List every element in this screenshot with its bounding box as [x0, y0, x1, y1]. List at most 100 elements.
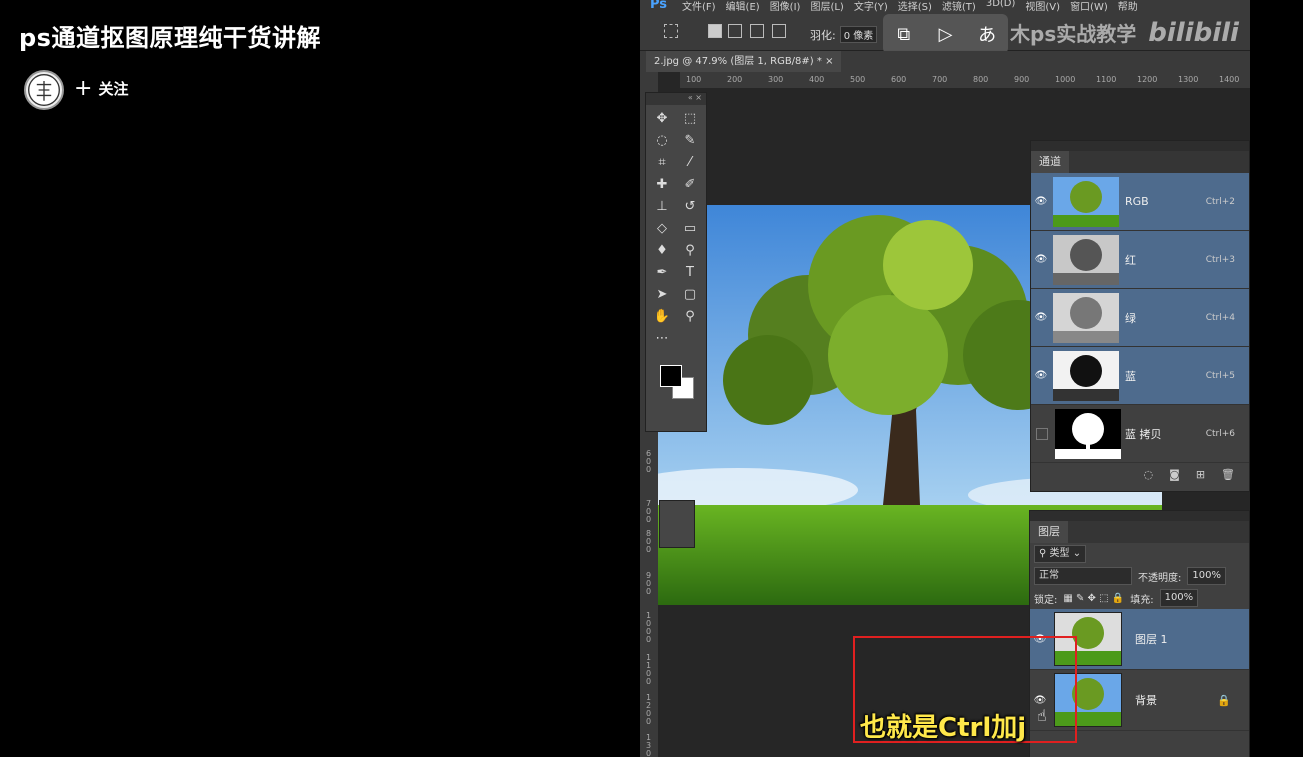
quick-select-icon[interactable]: ✎: [676, 131, 704, 149]
collapse-icon[interactable]: « ×: [646, 93, 706, 105]
channel-row[interactable]: 👁 RGB Ctrl+2: [1031, 173, 1249, 231]
trash-icon[interactable]: 🗑: [1221, 468, 1235, 481]
stamp-tool-icon[interactable]: ⊥: [648, 197, 676, 215]
channel-thumbnail: [1055, 408, 1121, 459]
channel-thumbnail: [1053, 350, 1119, 401]
ruler-tick: 300: [768, 75, 784, 84]
new-channel-icon[interactable]: ⊞: [1196, 468, 1205, 481]
layer-filter-select[interactable]: ⚲ 类型 ⌄: [1034, 545, 1087, 563]
channel-name: 蓝: [1125, 369, 1136, 383]
add-selection-icon: [728, 24, 742, 38]
ruler-top: 100 200 300 400 500 600 700 800 900 1000…: [680, 72, 1250, 88]
path-select-icon[interactable]: ➤: [648, 285, 676, 303]
document-tab: 2.jpg @ 47.9% (图层 1, RGB/8#) * ×: [646, 51, 842, 72]
ruler-tick: 700: [646, 499, 652, 524]
tab-layers[interactable]: 图层: [1030, 521, 1068, 543]
crop-tool-icon[interactable]: ⌗: [648, 153, 676, 171]
lock-icons[interactable]: ▦ ✎ ✥ ⬚ 🔒: [1063, 593, 1124, 604]
blur-tool-icon[interactable]: ♦: [648, 241, 676, 259]
mini-panel: [659, 500, 695, 548]
channel-row[interactable]: 蓝 拷贝 Ctrl+6: [1031, 405, 1249, 463]
translate-icon[interactable]: あ: [974, 21, 1000, 47]
eye-icon[interactable]: 👁: [1031, 312, 1051, 323]
ruler-tick: 1100: [1096, 75, 1117, 84]
ai-play-icon[interactable]: ▷: [932, 21, 958, 47]
foreground-color-swatch[interactable]: [660, 365, 682, 387]
load-selection-icon[interactable]: ◌: [1144, 468, 1154, 481]
opacity-input[interactable]: 100%: [1187, 567, 1226, 585]
channel-thumbnail: [1053, 292, 1119, 343]
watermark: 木ps实战教学 bilibili: [1010, 18, 1239, 48]
eye-icon[interactable]: 👁: [1031, 254, 1051, 265]
more-tools-icon[interactable]: ⋯: [648, 329, 676, 347]
player-overlay-buttons: ⧉ ▷ あ: [883, 14, 1008, 54]
history-brush-icon[interactable]: ↺: [676, 197, 704, 215]
layer-name: 背景: [1135, 694, 1157, 707]
eraser-tool-icon[interactable]: ◇: [648, 219, 676, 237]
eyedropper-icon[interactable]: ⁄: [676, 153, 704, 171]
follow-label: 关注: [98, 80, 129, 98]
video-title: ps通道抠图原理纯干货讲解: [19, 24, 321, 52]
tools-panel: « × ✥ ⬚ ◌ ✎ ⌗ ⁄ ✚ ✐ ⊥ ↺ ◇ ▭ ♦ ⚲ ✒ T ➤ ▢ …: [645, 92, 707, 432]
ruler-tick: 600: [646, 449, 652, 474]
ruler-tick: 100: [686, 75, 702, 84]
channel-shortcut: Ctrl+5: [1205, 370, 1235, 381]
avatar[interactable]: [24, 70, 64, 110]
subtitle: 也就是Ctrl加j: [860, 713, 1027, 743]
menu-item: 窗口(W): [1070, 2, 1108, 13]
fill-input[interactable]: 100%: [1159, 589, 1199, 607]
lasso-tool-icon[interactable]: ◌: [648, 131, 676, 149]
ruler-tick: 600: [891, 75, 907, 84]
channel-shortcut: Ctrl+4: [1205, 312, 1235, 323]
menu-item: 编辑(E): [725, 2, 760, 13]
tab-channels[interactable]: 通道: [1031, 151, 1069, 173]
channel-name: 绿: [1125, 311, 1136, 325]
move-tool-icon[interactable]: ✥: [648, 109, 676, 127]
channel-row[interactable]: 👁 红 Ctrl+3: [1031, 231, 1249, 289]
ruler-tick: 900: [1014, 75, 1030, 84]
menu-item: 滤镜(T): [941, 2, 976, 13]
menu-item: 文件(F): [682, 2, 716, 13]
new-selection-icon: [708, 24, 722, 38]
eye-icon[interactable]: 👁: [1031, 370, 1051, 381]
channel-name: 蓝 拷贝: [1125, 427, 1162, 441]
ruler-tick: 800: [646, 529, 652, 554]
zoom-tool-icon[interactable]: ⚲: [676, 307, 704, 325]
pen-tool-icon[interactable]: ✒: [648, 263, 676, 281]
ruler-tick: 1000: [1055, 75, 1076, 84]
type-tool-icon[interactable]: T: [676, 263, 704, 281]
menu-item: 图层(L): [810, 2, 844, 13]
channel-row[interactable]: 👁 绿 Ctrl+4: [1031, 289, 1249, 347]
save-selection-icon[interactable]: ◙: [1169, 468, 1180, 481]
channel-shortcut: Ctrl+2: [1205, 196, 1235, 207]
layer-name: 图层 1: [1135, 633, 1168, 646]
brush-tool-icon[interactable]: ✐: [676, 175, 704, 193]
lock-icon: 🔒: [1217, 693, 1231, 707]
hand-tool-icon[interactable]: ✋: [648, 307, 676, 325]
dodge-tool-icon[interactable]: ⚲: [676, 241, 704, 259]
eye-icon[interactable]: 👁: [1031, 196, 1051, 207]
cursor-icon: ☝: [1037, 706, 1047, 725]
plus-icon: +: [74, 75, 93, 101]
blend-mode-select[interactable]: 正常: [1034, 567, 1132, 585]
ruler-tick: 1100: [646, 653, 652, 686]
menu-item: 3D(D): [985, 0, 1016, 9]
marquee-tool-icon[interactable]: ⬚: [676, 109, 704, 127]
gradient-tool-icon[interactable]: ▭: [676, 219, 704, 237]
shape-tool-icon[interactable]: ▢: [676, 285, 704, 303]
menu-item: 帮助: [1117, 2, 1138, 13]
lock-label: 锁定:: [1034, 594, 1058, 606]
pip-icon[interactable]: ⧉: [891, 21, 917, 47]
ruler-tick: 1000: [646, 611, 652, 644]
channel-shortcut: Ctrl+3: [1205, 254, 1235, 265]
visibility-toggle[interactable]: [1036, 427, 1048, 440]
follow-button[interactable]: + 关注: [74, 75, 129, 101]
ruler-tick: 1300: [646, 733, 652, 757]
healing-brush-icon[interactable]: ✚: [648, 175, 676, 193]
channel-row[interactable]: 👁 蓝 Ctrl+5: [1031, 347, 1249, 405]
menu-item: 文字(Y): [853, 2, 888, 13]
channel-shortcut: Ctrl+6: [1205, 428, 1235, 439]
ruler-tick: 1300: [1178, 75, 1199, 84]
ruler-tick: 400: [809, 75, 825, 84]
close-icon: ×: [825, 56, 834, 67]
